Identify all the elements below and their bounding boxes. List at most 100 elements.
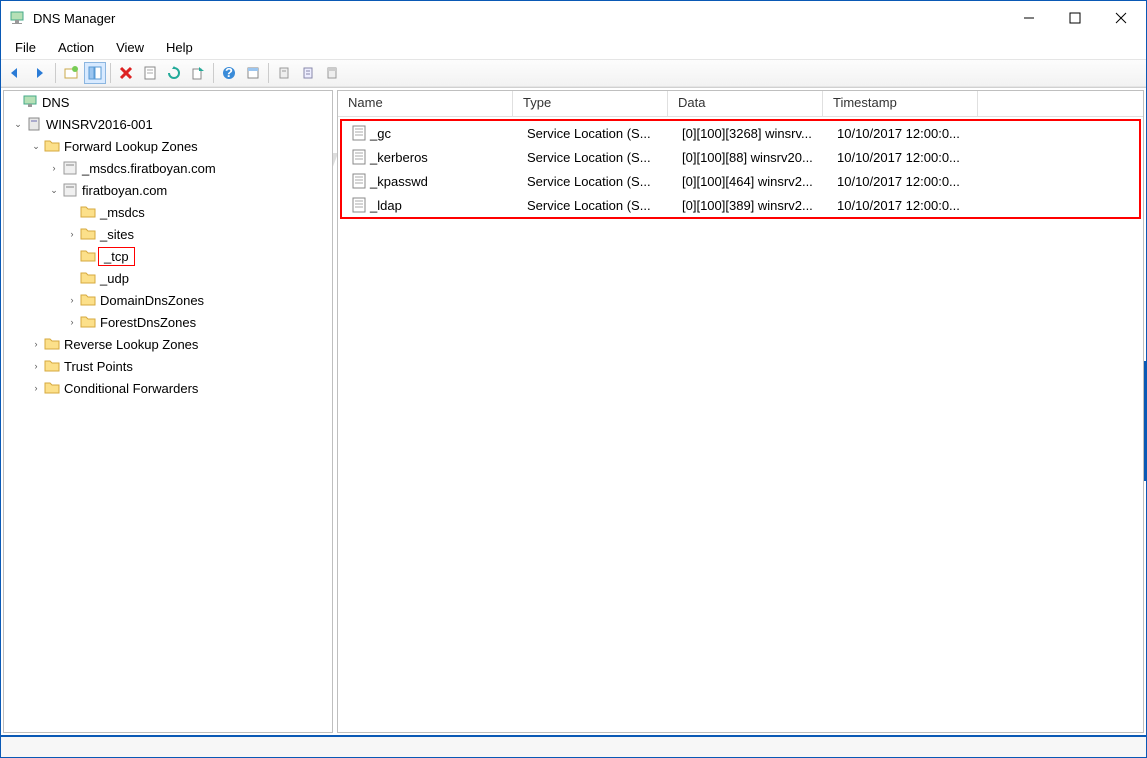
zone-icon: [62, 182, 78, 198]
tree-folder-ddz[interactable]: › DomainDnsZones: [4, 289, 332, 311]
folder-icon: [44, 358, 60, 374]
separator-icon: [55, 63, 56, 83]
tree-label: DomainDnsZones: [100, 293, 204, 308]
cell-name: _ldap: [370, 198, 402, 213]
tree-forward-lookup-zones[interactable]: ⌄ Forward Lookup Zones: [4, 135, 332, 157]
cell-type: Service Location (S...: [517, 150, 672, 165]
tree-folder-tcp[interactable]: _tcp: [4, 245, 332, 267]
action-3-button[interactable]: [321, 62, 343, 84]
expander-open-icon[interactable]: ⌄: [10, 116, 26, 132]
back-button[interactable]: [5, 62, 27, 84]
cell-timestamp: 10/10/2017 12:00:0...: [827, 126, 982, 141]
record-icon: [352, 125, 366, 141]
close-button[interactable]: [1098, 1, 1144, 35]
action-2-button[interactable]: [297, 62, 319, 84]
cell-type: Service Location (S...: [517, 174, 672, 189]
column-type[interactable]: Type: [513, 91, 668, 116]
blank-expander-icon: [6, 94, 22, 110]
new-button[interactable]: [60, 62, 82, 84]
tree-label: _tcp: [100, 249, 133, 264]
list-row[interactable]: _kpasswd Service Location (S... [0][100]…: [342, 169, 1139, 193]
filter-button[interactable]: [242, 62, 264, 84]
tree-conditional-forwarders[interactable]: › Conditional Forwarders: [4, 377, 332, 399]
tree-folder-sites[interactable]: › _sites: [4, 223, 332, 245]
expander-closed-icon[interactable]: ›: [28, 358, 44, 374]
expander-closed-icon[interactable]: ›: [64, 292, 80, 308]
column-data[interactable]: Data: [668, 91, 823, 116]
column-name[interactable]: Name: [338, 91, 513, 116]
list-pane[interactable]: Name Type Data Timestamp _gc Service Loc…: [337, 90, 1144, 733]
window: firatboyan.com DNS Manager File Action V…: [0, 0, 1147, 758]
expander-closed-icon[interactable]: ›: [64, 314, 80, 330]
menubar: File Action View Help: [1, 35, 1146, 59]
tree-trust-points[interactable]: › Trust Points: [4, 355, 332, 377]
tree-folder-udp[interactable]: _udp: [4, 267, 332, 289]
export-button[interactable]: [187, 62, 209, 84]
cell-data: [0][100][389] winsrv2...: [672, 198, 827, 213]
show-hide-tree-button[interactable]: [84, 62, 106, 84]
expander-closed-icon[interactable]: ›: [64, 226, 80, 242]
column-timestamp[interactable]: Timestamp: [823, 91, 978, 116]
cell-data: [0][100][88] winsrv20...: [672, 150, 827, 165]
help-button[interactable]: ?: [218, 62, 240, 84]
expander-open-icon[interactable]: ⌄: [46, 182, 62, 198]
list-row[interactable]: _gc Service Location (S... [0][100][3268…: [342, 121, 1139, 145]
list-row[interactable]: _ldap Service Location (S... [0][100][38…: [342, 193, 1139, 217]
expander-closed-icon[interactable]: ›: [28, 380, 44, 396]
cell-data: [0][100][464] winsrv2...: [672, 174, 827, 189]
cell-name: _kerberos: [370, 150, 428, 165]
cell-timestamp: 10/10/2017 12:00:0...: [827, 198, 982, 213]
tree-label: Conditional Forwarders: [64, 381, 198, 396]
tree-label: Forward Lookup Zones: [64, 139, 198, 154]
tree-pane[interactable]: DNS ⌄ WINSRV2016-001 ⌄ Forward Lookup Zo…: [3, 90, 333, 733]
tree-zone-domain[interactable]: ⌄ firatboyan.com: [4, 179, 332, 201]
expander-closed-icon[interactable]: ›: [46, 160, 62, 176]
folder-icon: [80, 204, 96, 220]
blank-expander-icon: [64, 248, 80, 264]
statusbar: [1, 735, 1146, 757]
list-row[interactable]: _kerberos Service Location (S... [0][100…: [342, 145, 1139, 169]
tree-server[interactable]: ⌄ WINSRV2016-001: [4, 113, 332, 135]
tree-folder-fdz[interactable]: › ForestDnsZones: [4, 311, 332, 333]
maximize-button[interactable]: [1052, 1, 1098, 35]
menu-file[interactable]: File: [5, 38, 46, 57]
menu-help[interactable]: Help: [156, 38, 203, 57]
cell-data: [0][100][3268] winsrv...: [672, 126, 827, 141]
folder-icon: [44, 380, 60, 396]
tree-label: firatboyan.com: [82, 183, 167, 198]
selection-highlight: _gc Service Location (S... [0][100][3268…: [340, 119, 1141, 219]
tree-label: DNS: [42, 95, 69, 110]
action-1-button[interactable]: [273, 62, 295, 84]
body: DNS ⌄ WINSRV2016-001 ⌄ Forward Lookup Zo…: [1, 87, 1146, 735]
window-controls: [1006, 1, 1144, 35]
tree-label: ForestDnsZones: [100, 315, 196, 330]
cell-timestamp: 10/10/2017 12:00:0...: [827, 174, 982, 189]
properties-button[interactable]: [139, 62, 161, 84]
blank-expander-icon: [64, 270, 80, 286]
list-body: _gc Service Location (S... [0][100][3268…: [338, 119, 1143, 219]
tree-folder-msdcs[interactable]: _msdcs: [4, 201, 332, 223]
server-icon: [26, 116, 42, 132]
tree-zone-msdcs[interactable]: › _msdcs.firatboyan.com: [4, 157, 332, 179]
blank-expander-icon: [64, 204, 80, 220]
refresh-button[interactable]: [163, 62, 185, 84]
window-title: DNS Manager: [33, 11, 1006, 26]
dns-app-icon: [9, 10, 25, 26]
tree-label: _sites: [100, 227, 134, 242]
tree-label: _msdcs.firatboyan.com: [82, 161, 216, 176]
expander-closed-icon[interactable]: ›: [28, 336, 44, 352]
zone-icon: [62, 160, 78, 176]
folder-icon: [80, 292, 96, 308]
record-icon: [352, 149, 366, 165]
list-header: Name Type Data Timestamp: [338, 91, 1143, 117]
tree-root-dns[interactable]: DNS: [4, 91, 332, 113]
minimize-button[interactable]: [1006, 1, 1052, 35]
cell-type: Service Location (S...: [517, 126, 672, 141]
menu-action[interactable]: Action: [48, 38, 104, 57]
expander-open-icon[interactable]: ⌄: [28, 138, 44, 154]
delete-button[interactable]: [115, 62, 137, 84]
menu-view[interactable]: View: [106, 38, 154, 57]
dns-app-icon: [22, 94, 38, 110]
tree-reverse-lookup-zones[interactable]: › Reverse Lookup Zones: [4, 333, 332, 355]
forward-button[interactable]: [29, 62, 51, 84]
